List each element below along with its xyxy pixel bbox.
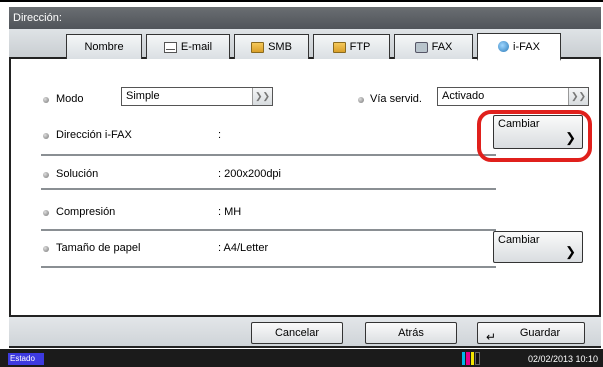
bullet-icon (43, 246, 49, 252)
chevron-down-icon: ❯❯ (252, 88, 272, 105)
enter-icon: ↵ (486, 330, 497, 344)
panel: Dirección: Nombre E-mail SMB FTP FAX i-F… (0, 0, 603, 367)
tab-fax[interactable]: FAX (394, 34, 473, 59)
button-label: Cambiar (498, 234, 540, 246)
mode-label: Modo (56, 93, 84, 105)
chevron-down-icon: ❯❯ (568, 88, 588, 105)
tab-label: E-mail (180, 41, 213, 53)
compression-label: Compresión (56, 206, 116, 218)
toner-icon (462, 352, 480, 365)
save-button[interactable]: ↵ Guardar (477, 322, 585, 344)
tab-bar: Nombre E-mail SMB FTP FAX i-FAX (9, 29, 601, 61)
tab-label: SMB (268, 41, 292, 53)
divider (41, 229, 496, 231)
ifax-icon (498, 41, 510, 52)
page-title: Dirección: (9, 7, 601, 29)
folder-icon (251, 41, 265, 53)
mail-icon (163, 41, 177, 53)
bullet-icon (43, 210, 49, 216)
tab-label: Nombre (84, 41, 124, 53)
highlight-circle (477, 110, 592, 162)
button-label: Guardar (519, 327, 561, 339)
bullet-icon (43, 133, 49, 139)
resolution-value: : 200x200dpi (218, 168, 281, 180)
tab-ifax[interactable]: i-FAX (477, 33, 561, 61)
chevron-right-icon: ❯ (565, 244, 576, 259)
bullet-icon (43, 172, 49, 178)
bullet-icon (358, 97, 364, 103)
datetime: 02/02/2013 10:10 (528, 354, 599, 364)
mode-select[interactable]: Simple ❯❯ (121, 87, 273, 106)
via-label: Vía servid. (370, 93, 422, 105)
tab-label: FAX (431, 41, 453, 53)
cancel-button[interactable]: Cancelar (251, 322, 343, 344)
tab-ftp[interactable]: FTP (313, 34, 390, 59)
folder-icon (332, 41, 346, 53)
form-content: Modo Simple ❯❯ Vía servid. Activado ❯❯ D… (9, 59, 601, 315)
tab-label: FTP (349, 41, 371, 53)
via-select[interactable]: Activado ❯❯ (437, 87, 589, 106)
divider (41, 266, 496, 268)
tab-label: i-FAX (513, 40, 540, 53)
address-label: Dirección i-FAX (56, 129, 132, 141)
tab-email[interactable]: E-mail (146, 34, 230, 59)
back-button[interactable]: Atrás (365, 322, 457, 344)
status-bar: Estado 02/02/2013 10:10 (0, 349, 603, 367)
divider (41, 154, 496, 156)
paper-size-value: : A4/Letter (218, 242, 269, 254)
fax-icon (414, 41, 428, 53)
via-value: Activado (442, 90, 485, 102)
tab-nombre[interactable]: Nombre (66, 34, 142, 59)
bullet-icon (43, 97, 49, 103)
tab-smb[interactable]: SMB (234, 34, 309, 59)
mode-value: Simple (126, 90, 160, 102)
change-paper-size-button[interactable]: Cambiar ❯ (493, 231, 583, 263)
resolution-label: Solución (56, 168, 99, 180)
divider (41, 188, 496, 190)
paper-size-label: Tamaño de papel (56, 242, 141, 254)
address-value: : (218, 129, 222, 141)
action-bar: Cancelar Atrás ↵ Guardar (9, 315, 601, 348)
status-button[interactable]: Estado (8, 353, 44, 365)
compression-value: : MH (218, 206, 242, 218)
